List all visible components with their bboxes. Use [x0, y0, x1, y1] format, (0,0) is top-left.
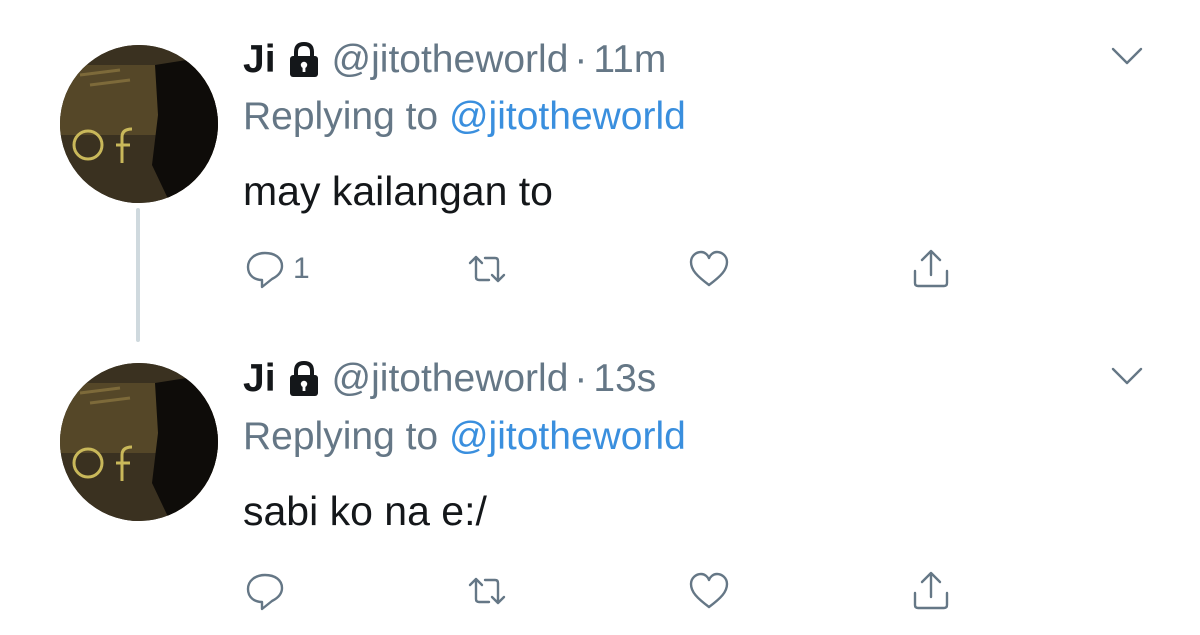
tweet-text: may kailangan to [243, 168, 553, 214]
avatar[interactable] [60, 363, 218, 521]
lock-icon [286, 360, 322, 398]
user-handle[interactable]: @jitotheworld [332, 357, 569, 401]
reply-count: 1 [293, 252, 310, 285]
share-icon [909, 247, 953, 291]
share-icon [909, 569, 953, 613]
action-bar: 1 [243, 243, 963, 295]
lock-icon [286, 41, 322, 79]
avatar-photo [60, 363, 218, 521]
replying-to: Replying to @jitotheworld [243, 95, 686, 139]
tweet-header: Ji @jitotheworld · 11m [243, 36, 666, 84]
replying-to: Replying to @jitotheworld [243, 415, 686, 459]
heart-icon [687, 247, 731, 291]
heart-icon [687, 569, 731, 613]
chevron-down-icon[interactable] [1110, 365, 1144, 387]
reply-icon [243, 569, 287, 613]
timestamp[interactable]: 13s [593, 357, 656, 401]
like-button[interactable] [687, 565, 731, 617]
like-button[interactable] [687, 243, 731, 295]
retweet-button[interactable] [465, 565, 509, 617]
reply-icon [243, 247, 287, 291]
tweet[interactable]: Ji @jitotheworld · 13s Replying to @jito… [0, 325, 1200, 635]
thread-connector [136, 208, 140, 342]
separator-dot: · [574, 38, 588, 81]
action-bar [243, 565, 963, 617]
user-handle[interactable]: @jitotheworld [332, 38, 569, 82]
replying-to-handle-link[interactable]: @jitotheworld [449, 415, 686, 458]
timestamp[interactable]: 11m [593, 38, 666, 82]
replying-to-handle-link[interactable]: @jitotheworld [449, 95, 686, 138]
display-name[interactable]: Ji [243, 357, 276, 401]
tweet[interactable]: Ji @jitotheworld · 11m Replying to @jito… [0, 0, 1200, 342]
replying-prefix: Replying to [243, 415, 439, 458]
retweet-icon [465, 569, 509, 613]
avatar-photo [60, 45, 218, 203]
retweet-button[interactable] [465, 243, 509, 295]
reply-button[interactable] [243, 565, 293, 617]
chevron-down-icon[interactable] [1110, 45, 1144, 67]
replying-prefix: Replying to [243, 95, 439, 138]
tweet-text: sabi ko na e:/ [243, 488, 487, 534]
reply-button[interactable]: 1 [243, 243, 310, 295]
display-name[interactable]: Ji [243, 38, 276, 82]
avatar[interactable] [60, 45, 218, 203]
share-button[interactable] [909, 565, 953, 617]
retweet-icon [465, 247, 509, 291]
separator-dot: · [574, 357, 588, 400]
share-button[interactable] [909, 243, 953, 295]
tweet-header: Ji @jitotheworld · 13s [243, 355, 656, 403]
